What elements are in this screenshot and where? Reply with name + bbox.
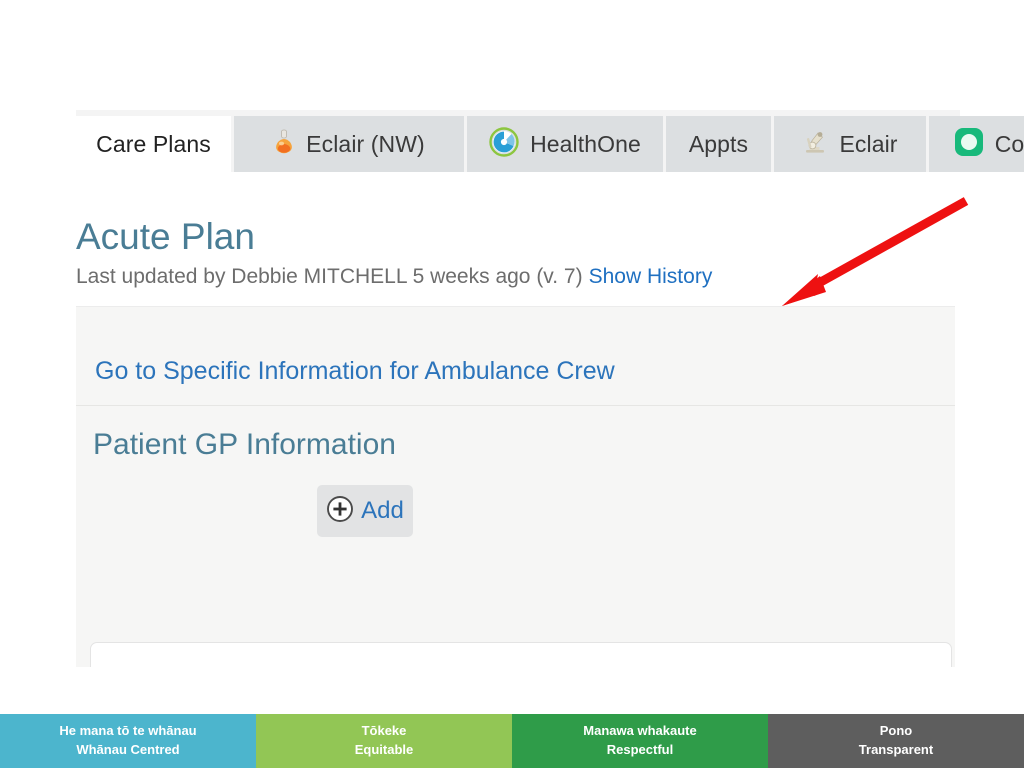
footer-maori-text: Manawa whakaute (583, 723, 697, 739)
footer-english-text: Equitable (354, 742, 414, 757)
footer-english-text: Whānau Centred (76, 742, 180, 757)
values-footer-banner: He mana tō te whānau Whānau Centred Tōke… (0, 714, 1024, 768)
page-title: Acute Plan (76, 216, 255, 257)
footer-segment-transparent: Pono Transparent (768, 714, 1024, 768)
section-heading-patient-gp: Patient GP Information (93, 428, 396, 461)
ambulance-info-link[interactable]: Go to Specific Information for Ambulance… (95, 359, 615, 384)
tab-label: Eclair (839, 130, 898, 157)
care-plan-content-panel: Go to Specific Information for Ambulance… (76, 306, 955, 667)
footer-maori-text: He mana tō te whānau (59, 723, 197, 739)
tab-label: HealthOne (530, 130, 641, 157)
circle-plus-icon (326, 495, 354, 528)
tab-label: Eclair (NW) (306, 130, 425, 157)
tab-eclair-nw[interactable]: Eclair (NW) (234, 116, 464, 172)
browser-tab-strip: Care Plans Eclair (NW) HealthOne Appts E… (76, 110, 1024, 172)
footer-english-text: Respectful (606, 742, 674, 757)
tab-co[interactable]: Co (929, 116, 1024, 172)
footer-segment-respectful: Manawa whakaute Respectful (512, 714, 768, 768)
footer-maori-text: Tōkeke (361, 723, 407, 739)
tab-eclair[interactable]: Eclair (774, 116, 926, 172)
healthone-swirl-icon (489, 126, 519, 162)
patient-gp-section: Patient GP Information Add GP Details Up… (76, 406, 955, 667)
footer-segment-equitable: Tōkeke Equitable (256, 714, 512, 768)
show-history-link[interactable]: Show History (589, 265, 713, 288)
add-button[interactable]: Add (317, 485, 413, 537)
footer-segment-whanau-centred: He mana tō te whānau Whānau Centred (0, 714, 256, 768)
footer-english-text: Transparent (858, 742, 934, 757)
last-updated-meta: Last updated by Debbie MITCHELL 5 weeks … (76, 265, 956, 289)
ambulance-section: Go to Specific Information for Ambulance… (76, 307, 955, 406)
flask-icon (273, 129, 295, 160)
tab-label: Appts (688, 130, 749, 157)
microscope-icon (802, 129, 828, 160)
tab-appts[interactable]: Appts (666, 116, 771, 172)
tab-care-plans[interactable]: Care Plans (76, 116, 231, 172)
tab-label: Co (994, 130, 1024, 157)
gp-details-card: GP Details Up To Date (90, 642, 952, 667)
tab-label: Care Plans (96, 130, 211, 157)
add-button-label: Add (361, 497, 404, 524)
tab-healthone[interactable]: HealthOne (467, 116, 663, 172)
page-header: Acute Plan Last updated by Debbie MITCHE… (76, 216, 956, 289)
tab-list: Care Plans Eclair (NW) HealthOne Appts E… (76, 116, 1024, 172)
footer-maori-text: Pono (879, 723, 913, 739)
last-updated-text: Last updated by Debbie MITCHELL 5 weeks … (76, 264, 583, 288)
green-app-icon (954, 127, 984, 162)
